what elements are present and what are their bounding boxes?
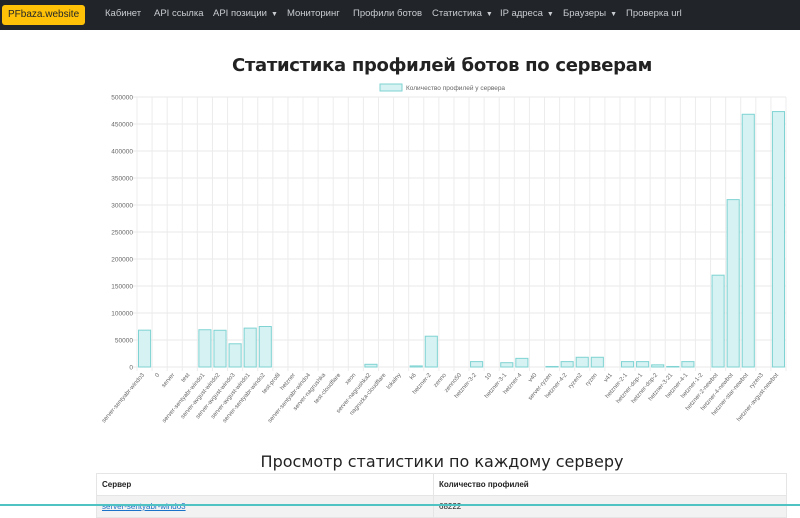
- y-tick-label: 50000: [115, 338, 133, 345]
- bar: [575, 356, 589, 368]
- legend-label: Количество профилей у сервера: [406, 84, 505, 92]
- legend-swatch: [379, 83, 403, 92]
- stats-table: Сервер Количество профилей server-sentyab…: [96, 473, 787, 518]
- bar: [681, 361, 695, 368]
- y-tick-label: 500000: [111, 95, 133, 102]
- x-tick-label: 10: [484, 372, 493, 381]
- bar: [364, 363, 378, 368]
- bar: [590, 356, 604, 368]
- bar: [560, 361, 574, 368]
- bar: [470, 361, 484, 368]
- y-tick-label: 400000: [111, 149, 133, 156]
- y-tick-label: 150000: [111, 284, 133, 291]
- x-tick-label: k6: [409, 372, 418, 381]
- x-tick-label: v40: [528, 372, 539, 384]
- table-row: server-sentyabr-windo3 68222: [96, 495, 787, 518]
- x-tick-label: xeon: [344, 372, 357, 386]
- x-tick-label: server-sentyabr-windo3: [101, 372, 146, 424]
- bar: [651, 364, 665, 368]
- bar: [138, 329, 152, 368]
- x-tick-label: lokalny: [386, 372, 403, 390]
- bar: [666, 365, 680, 368]
- bar: [636, 361, 650, 368]
- bar: [711, 274, 725, 368]
- bar: [741, 113, 755, 368]
- section-title: Просмотр статистики по каждому серверу: [260, 452, 624, 471]
- header-count: Количество профилей: [433, 473, 787, 496]
- bar: [409, 365, 423, 368]
- bar: [771, 111, 786, 368]
- bar: [228, 343, 242, 368]
- bar: [545, 365, 559, 368]
- x-tick-label: test: [181, 372, 192, 384]
- y-tick-label: 300000: [111, 203, 133, 210]
- bar: [198, 329, 212, 368]
- bar: [500, 362, 514, 368]
- y-tick-label: 200000: [111, 257, 133, 264]
- bottom-border: [0, 504, 800, 506]
- x-tick-label: 0: [154, 372, 161, 379]
- y-tick-label: 0: [129, 365, 133, 372]
- bar: [213, 329, 227, 368]
- bar: [424, 335, 438, 368]
- bar: [243, 327, 257, 368]
- bar: [620, 361, 635, 368]
- y-tick-label: 250000: [111, 230, 133, 237]
- bar: [726, 199, 740, 368]
- header-server: Сервер: [96, 473, 434, 496]
- x-tick-label: server: [161, 372, 176, 389]
- y-tick-label: 100000: [111, 311, 133, 318]
- y-tick-label: 350000: [111, 176, 133, 183]
- y-tick-label: 450000: [111, 122, 133, 129]
- bar: [258, 326, 272, 368]
- profile-count: 68222: [433, 495, 787, 518]
- x-tick-label: ryzen: [585, 372, 599, 387]
- x-tick-label: ryzen2: [568, 372, 585, 390]
- bar: [515, 357, 529, 368]
- x-tick-label: v41: [603, 372, 614, 384]
- bar-chart: 0 50000 100000 150000 200000 250000 300000 3500…: [101, 83, 787, 424]
